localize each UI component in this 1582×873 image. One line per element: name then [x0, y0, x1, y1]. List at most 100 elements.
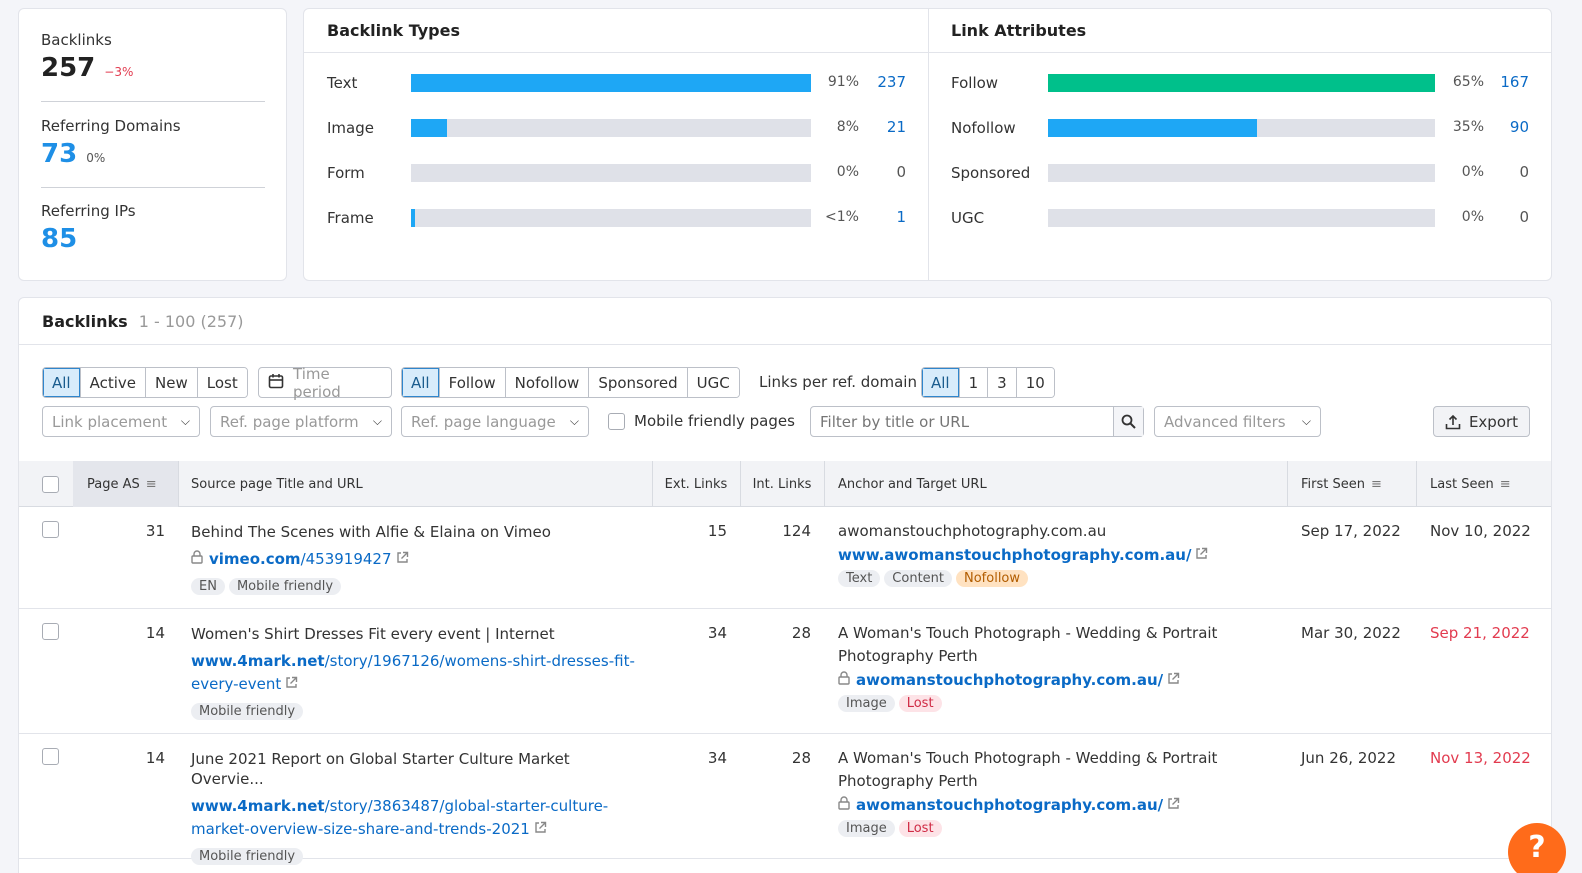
column-int-links[interactable]: Int. Links: [740, 461, 824, 507]
referring-ips-stat[interactable]: Referring IPs 85: [41, 202, 265, 254]
first-seen-value: Jun 26, 2022: [1301, 749, 1397, 767]
source-tags: EN Mobile friendly: [191, 576, 641, 595]
help-button[interactable]: ?: [1508, 823, 1566, 873]
source-cell: June 2021 Report on Global Starter Cultu…: [191, 749, 641, 865]
column-first-seen-label: First Seen: [1301, 476, 1365, 492]
attr-filter-all[interactable]: All: [402, 368, 440, 397]
external-link-icon[interactable]: [285, 676, 298, 693]
table-row: 31 Behind The Scenes with Alfie & Elaina …: [19, 507, 1551, 609]
column-separator: [178, 461, 179, 507]
referring-domains-stat[interactable]: Referring Domains 73 0%: [41, 117, 265, 169]
link-attribute-label: Sponsored: [951, 164, 1031, 182]
target-tags: Text Content Nofollow: [838, 568, 1278, 587]
status-filter-lost[interactable]: Lost: [197, 368, 247, 397]
row-checkbox[interactable]: [42, 623, 59, 640]
source-tag: Mobile friendly: [191, 848, 304, 865]
target-tags: Image Lost: [838, 818, 1278, 837]
external-link-icon[interactable]: [396, 551, 409, 568]
source-url[interactable]: vimeo.com/453919427: [209, 550, 392, 568]
column-anchor: Anchor and Target URL: [838, 461, 987, 507]
column-first-seen[interactable]: First Seen ≡: [1301, 461, 1382, 507]
ref-page-platform-dropdown[interactable]: Ref. page platform ⌵: [210, 406, 392, 437]
target-tag: Content: [884, 570, 952, 587]
ref-page-language-dropdown[interactable]: Ref. page language ⌵: [401, 406, 589, 437]
attr-filter-follow[interactable]: Follow: [439, 368, 506, 397]
link-attribute-percent: 65%: [1452, 74, 1484, 90]
anchor-text: A Woman's Touch Photograph - Wedding & P…: [838, 624, 1218, 665]
links-per-domain-3[interactable]: 3: [988, 368, 1017, 397]
distribution-card: Backlink Types Text 91% 237 Image 8% 21 Form 0%…: [303, 8, 1552, 281]
target-url[interactable]: awomanstouchphotography.com.au/: [856, 671, 1163, 689]
column-ext-links[interactable]: Ext. Links: [652, 461, 740, 507]
backlink-types-panel: Backlink Types Text 91% 237 Image 8% 21 Form 0%…: [304, 9, 928, 280]
row-checkbox[interactable]: [42, 748, 59, 765]
link-attribute-row[interactable]: Nofollow 35% 90: [928, 118, 1552, 138]
backlink-type-count[interactable]: 237: [859, 73, 906, 91]
export-button[interactable]: Export: [1433, 406, 1530, 437]
advanced-filters-label: Advanced filters: [1164, 412, 1286, 431]
target-tag: Lost: [898, 820, 942, 837]
links-per-domain-all[interactable]: All: [922, 368, 960, 397]
backlink-type-count[interactable]: 1: [859, 208, 906, 226]
select-all-checkbox[interactable]: [42, 475, 59, 493]
target-url[interactable]: awomanstouchphotography.com.au/: [856, 796, 1163, 814]
column-page-as[interactable]: Page AS ≡: [73, 461, 178, 507]
external-link-icon[interactable]: [1167, 797, 1180, 814]
first-seen-value: Mar 30, 2022: [1301, 624, 1401, 642]
source-title: Women's Shirt Dresses Fit every event | …: [191, 625, 555, 643]
search-input[interactable]: [811, 407, 1113, 436]
links-per-domain-10[interactable]: 10: [1016, 368, 1054, 397]
link-attribute-bar-fill: [1048, 74, 1435, 92]
link-attribute-row[interactable]: UGC 0% 0: [928, 208, 1552, 228]
search-icon[interactable]: [1113, 407, 1143, 436]
link-attribute-count[interactable]: 167: [1484, 73, 1529, 91]
export-label: Export: [1468, 412, 1519, 431]
backlink-type-bar: [411, 119, 811, 137]
page-as-value: 14: [145, 624, 165, 642]
int-links-value: 28: [791, 749, 811, 767]
backlinks-stat[interactable]: Backlinks 257 −3%: [41, 31, 265, 83]
select-all-checkbox-cell: [42, 461, 59, 507]
backlink-type-bar: [411, 164, 811, 182]
link-attribute-row[interactable]: Follow 65% 167: [928, 73, 1552, 93]
link-placement-dropdown[interactable]: Link placement ⌵: [42, 406, 200, 437]
backlink-type-row[interactable]: Image 8% 21: [304, 118, 928, 138]
target-url[interactable]: www.awomanstouchphotography.com.au/: [838, 546, 1191, 564]
source-cell: Behind The Scenes with Alfie & Elaina on…: [191, 522, 641, 595]
lock-icon: [191, 550, 203, 568]
source-title: June 2021 Report on Global Starter Cultu…: [191, 750, 570, 788]
attr-filter-nofollow[interactable]: Nofollow: [505, 368, 590, 397]
last-seen-value: Nov 13, 2022: [1430, 749, 1531, 767]
link-attribute-count[interactable]: 90: [1484, 118, 1529, 136]
advanced-filters-dropdown[interactable]: Advanced filters ⌵: [1154, 406, 1321, 437]
backlink-type-count[interactable]: 21: [859, 118, 906, 136]
link-attribute-percent: 0%: [1461, 209, 1484, 225]
column-ext-links-label: Ext. Links: [664, 476, 728, 492]
attr-filter-sponsored[interactable]: Sponsored: [589, 368, 688, 397]
int-links-value: 28: [791, 624, 811, 642]
external-link-icon[interactable]: [1167, 672, 1180, 689]
backlink-type-row[interactable]: Form 0% 0: [304, 163, 928, 183]
external-link-icon[interactable]: [1195, 547, 1208, 564]
attr-filter-ugc[interactable]: UGC: [687, 368, 739, 397]
mobile-friendly-filter[interactable]: Mobile friendly pages: [608, 412, 795, 430]
external-link-icon[interactable]: [534, 821, 547, 838]
backlink-type-count: 0: [896, 163, 906, 181]
status-filter-all[interactable]: All: [43, 368, 81, 397]
link-attribute-label: Follow: [951, 74, 999, 92]
row-checkbox[interactable]: [42, 521, 59, 538]
link-attribute-row[interactable]: Sponsored 0% 0: [928, 163, 1552, 183]
time-period-button[interactable]: Time period: [258, 365, 392, 401]
column-last-seen[interactable]: Last Seen ≡: [1430, 461, 1511, 507]
source-url[interactable]: www.4mark.net/story/1967126/womens-shirt…: [191, 652, 635, 693]
sort-icon: ≡: [1370, 476, 1382, 492]
column-page-as-label: Page AS: [87, 476, 140, 492]
links-per-domain-1[interactable]: 1: [959, 368, 989, 397]
mobile-friendly-checkbox[interactable]: [608, 412, 625, 430]
backlinks-stat-change: −3%: [104, 65, 134, 79]
backlink-type-row[interactable]: Text 91% 237: [304, 73, 928, 93]
backlink-type-bar: [411, 74, 811, 92]
status-filter-new[interactable]: New: [146, 368, 198, 397]
status-filter-active[interactable]: Active: [80, 368, 147, 397]
backlink-type-row[interactable]: Frame <1% 1: [304, 208, 928, 228]
